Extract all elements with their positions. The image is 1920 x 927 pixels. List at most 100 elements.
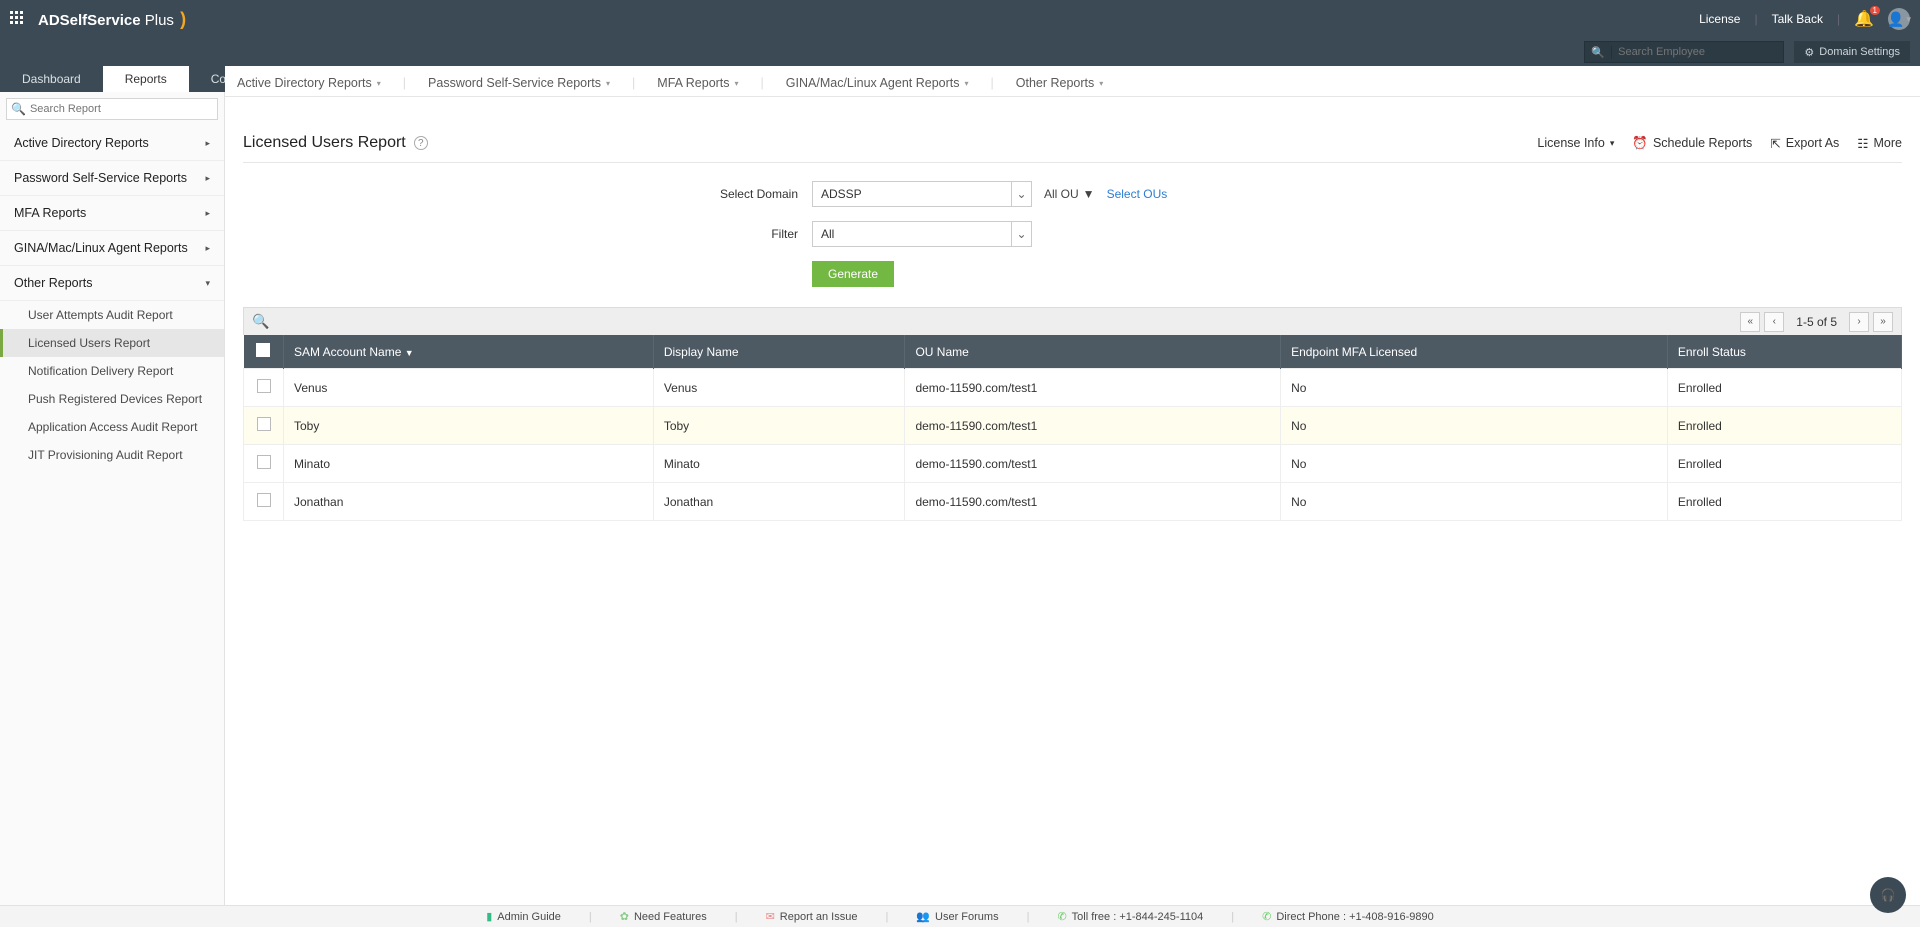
- more-button[interactable]: ☷More: [1857, 136, 1902, 151]
- select-domain-dropdown[interactable]: ADSSP: [812, 181, 1012, 207]
- select-all-checkbox[interactable]: [256, 343, 270, 357]
- table-row[interactable]: TobyTobydemo-11590.com/test1NoEnrolled: [244, 407, 1902, 445]
- chat-bubble-button[interactable]: 🎧: [1870, 877, 1906, 913]
- col-enroll-status[interactable]: Enroll Status: [1667, 335, 1901, 369]
- sidebar-cat-mfa[interactable]: MFA Reports▸: [0, 196, 224, 231]
- footer-direct-phone: ✆Direct Phone : +1-408-916-9890: [1262, 910, 1434, 923]
- table-row[interactable]: VenusVenusdemo-11590.com/test1NoEnrolled: [244, 369, 1902, 407]
- table-row[interactable]: MinatoMinatodemo-11590.com/test1NoEnroll…: [244, 445, 1902, 483]
- license-info-button[interactable]: License Info▾: [1537, 136, 1614, 150]
- footer-report-issue[interactable]: ✉Report an Issue: [766, 910, 858, 923]
- subnav-gina-reports[interactable]: GINA/Mac/Linux Agent Reports▾: [786, 76, 969, 90]
- help-icon[interactable]: ?: [414, 136, 428, 150]
- row-checkbox[interactable]: [257, 455, 271, 469]
- sidebar-cat-other[interactable]: Other Reports▾: [0, 266, 224, 301]
- cell-endpoint-mfa: No: [1281, 445, 1668, 483]
- col-endpoint-mfa[interactable]: Endpoint MFA Licensed: [1281, 335, 1668, 369]
- export-as-button[interactable]: ⇱Export As: [1770, 136, 1839, 151]
- cell-sam: Venus: [284, 369, 654, 407]
- chevron-down-icon[interactable]: ⌄: [1012, 181, 1032, 207]
- apps-grid-icon[interactable]: [10, 11, 26, 27]
- arrow-right-icon: ▸: [205, 173, 210, 184]
- page-prev-button[interactable]: ‹: [1764, 312, 1784, 332]
- page-next-button[interactable]: ›: [1849, 312, 1869, 332]
- results-table: SAM Account Name ▼ Display Name OU Name …: [243, 335, 1902, 521]
- bell-icon[interactable]: 🔔1: [1854, 9, 1874, 29]
- sidebar-item-push-registered[interactable]: Push Registered Devices Report: [0, 385, 224, 413]
- table-row[interactable]: JonathanJonathandemo-11590.com/test1NoEn…: [244, 483, 1902, 521]
- arrow-right-icon: ▸: [205, 138, 210, 149]
- subnav-pss-reports[interactable]: Password Self-Service Reports▾: [428, 76, 610, 90]
- sidebar-item-app-access-audit[interactable]: Application Access Audit Report: [0, 413, 224, 441]
- page-title: Licensed Users Report: [243, 134, 406, 152]
- sidebar-cat-pss[interactable]: Password Self-Service Reports▸: [0, 161, 224, 196]
- chevron-down-icon[interactable]: ⌄: [1012, 221, 1032, 247]
- search-employee[interactable]: 🔍: [1584, 41, 1784, 63]
- sidebar-cat-ad[interactable]: Active Directory Reports▸: [0, 126, 224, 161]
- row-checkbox[interactable]: [257, 417, 271, 431]
- chevron-down-icon: ▾: [735, 79, 739, 88]
- chevron-down-icon: ▾: [205, 278, 210, 289]
- subnav-mfa-reports[interactable]: MFA Reports▾: [657, 76, 738, 90]
- cell-sam: Minato: [284, 445, 654, 483]
- chevron-down-icon: ▾: [1906, 14, 1911, 25]
- footer-admin-guide[interactable]: ▮Admin Guide: [486, 910, 561, 923]
- chevron-down-icon: ▾: [606, 79, 610, 88]
- bulb-icon: ✿: [620, 910, 629, 923]
- schedule-reports-button[interactable]: ⏰Schedule Reports: [1632, 136, 1752, 151]
- chevron-down-icon: ▾: [965, 79, 969, 88]
- tab-dashboard[interactable]: Dashboard: [0, 66, 103, 92]
- page-range: 1-5 of 5: [1788, 315, 1845, 329]
- cell-endpoint-mfa: No: [1281, 483, 1668, 521]
- col-ou-name[interactable]: OU Name: [905, 335, 1281, 369]
- sidebar-cat-gina[interactable]: GINA/Mac/Linux Agent Reports▸: [0, 231, 224, 266]
- clock-icon: ⏰: [1632, 136, 1648, 151]
- subnav-ad-reports[interactable]: Active Directory Reports▾: [237, 76, 381, 90]
- col-sam[interactable]: SAM Account Name ▼: [284, 335, 654, 369]
- cell-enroll-status: Enrolled: [1667, 369, 1901, 407]
- select-ous-link[interactable]: Select OUs: [1107, 187, 1168, 201]
- arrow-right-icon: ▸: [205, 208, 210, 219]
- sidebar-search[interactable]: 🔍: [6, 98, 218, 120]
- product-logo: ADSelfService Plus ): [38, 9, 186, 30]
- cell-display-name: Venus: [653, 369, 905, 407]
- footer: ▮Admin Guide | ✿Need Features | ✉Report …: [0, 905, 1920, 927]
- footer-user-forums[interactable]: 👥User Forums: [916, 910, 998, 923]
- user-avatar[interactable]: 👤▾: [1888, 8, 1910, 30]
- license-link[interactable]: License: [1699, 12, 1740, 26]
- cell-ou-name: demo-11590.com/test1: [905, 407, 1281, 445]
- subnav-other-reports[interactable]: Other Reports▾: [1016, 76, 1104, 90]
- generate-button[interactable]: Generate: [812, 261, 894, 287]
- page-first-button[interactable]: «: [1740, 312, 1760, 332]
- divider: |: [1837, 12, 1840, 26]
- cell-sam: Toby: [284, 407, 654, 445]
- page-last-button[interactable]: »: [1873, 312, 1893, 332]
- export-icon: ⇱: [1770, 136, 1780, 151]
- filter-icon[interactable]: ▼: [1083, 187, 1095, 201]
- sidebar-item-user-attempts[interactable]: User Attempts Audit Report: [0, 301, 224, 329]
- sidebar-item-notification-delivery[interactable]: Notification Delivery Report: [0, 357, 224, 385]
- sidebar-search-input[interactable]: [26, 103, 213, 115]
- chevron-down-icon: ▾: [377, 79, 381, 88]
- domain-settings-button[interactable]: ⚙ Domain Settings: [1794, 41, 1910, 63]
- cell-enroll-status: Enrolled: [1667, 483, 1901, 521]
- cell-enroll-status: Enrolled: [1667, 445, 1901, 483]
- sidebar-item-licensed-users[interactable]: Licensed Users Report: [0, 329, 224, 357]
- cell-display-name: Jonathan: [653, 483, 905, 521]
- sidebar-item-jit-provisioning[interactable]: JIT Provisioning Audit Report: [0, 441, 224, 469]
- col-display-name[interactable]: Display Name: [653, 335, 905, 369]
- arrow-right-icon: ▸: [205, 243, 210, 254]
- talkback-link[interactable]: Talk Back: [1772, 12, 1823, 26]
- search-employee-input[interactable]: [1612, 46, 1783, 58]
- phone-icon: ✆: [1057, 910, 1066, 923]
- row-checkbox[interactable]: [257, 493, 271, 507]
- cell-display-name: Minato: [653, 445, 905, 483]
- row-checkbox[interactable]: [257, 379, 271, 393]
- tab-reports[interactable]: Reports: [103, 66, 189, 92]
- cell-ou-name: demo-11590.com/test1: [905, 445, 1281, 483]
- footer-need-features[interactable]: ✿Need Features: [620, 910, 707, 923]
- domain-settings-label: Domain Settings: [1819, 46, 1900, 58]
- cell-endpoint-mfa: No: [1281, 369, 1668, 407]
- filter-dropdown[interactable]: All: [812, 221, 1012, 247]
- table-search-icon[interactable]: 🔍: [252, 313, 269, 330]
